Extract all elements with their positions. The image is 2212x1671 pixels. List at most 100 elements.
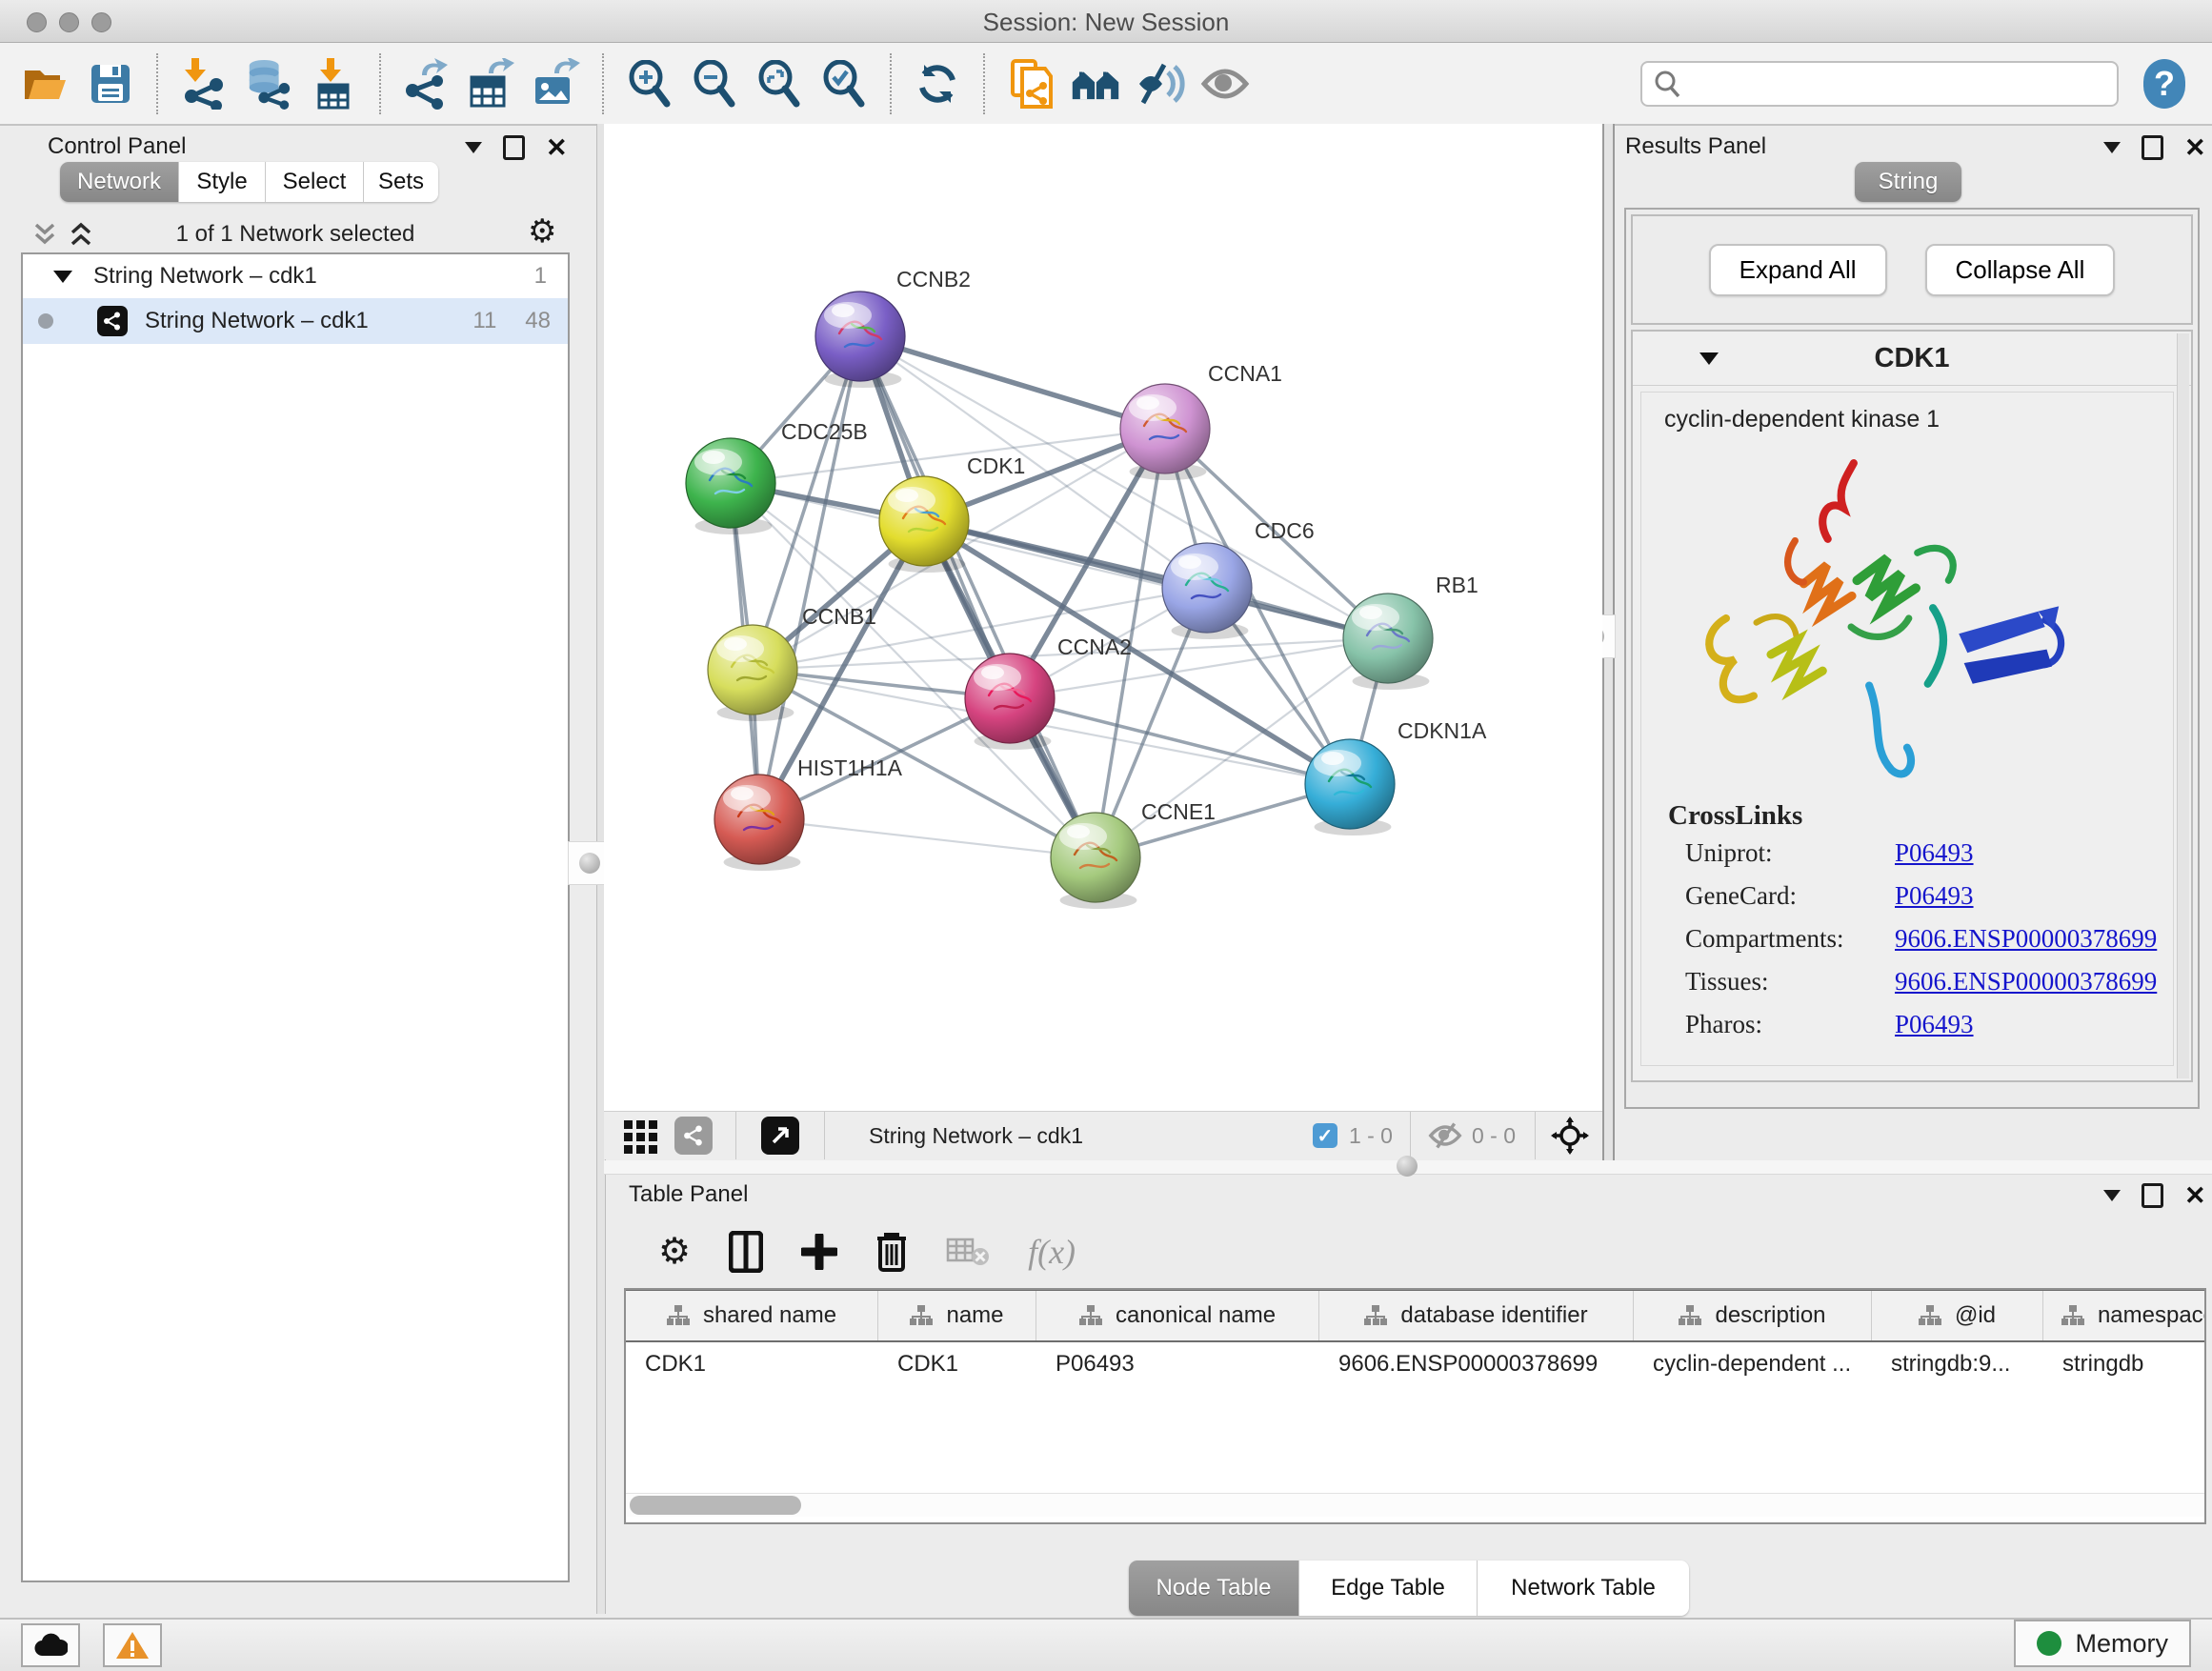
panel-menu-icon[interactable] xyxy=(465,142,482,153)
add-column-icon[interactable] xyxy=(801,1234,837,1270)
grid-view-icon[interactable] xyxy=(623,1117,659,1154)
panel-close-icon[interactable]: ✕ xyxy=(546,138,568,157)
cell-canonical-name[interactable]: P06493 xyxy=(1036,1351,1319,1378)
table-horizontal-scrollbar[interactable] xyxy=(626,1493,2204,1517)
cell-id[interactable]: stringdb:9... xyxy=(1872,1351,2043,1378)
export-image-button[interactable] xyxy=(532,57,581,111)
cell-description[interactable]: cyclin-dependent ... xyxy=(1634,1351,1872,1378)
tab-select[interactable]: Select xyxy=(266,162,364,202)
network-canvas[interactable]: CCNB2CCNA1CDC25BCDK1CDC6RB1CCNB1CCNA2CDK… xyxy=(604,124,1602,1111)
protein-node-cdk1[interactable]: CDK1 xyxy=(879,453,1025,566)
collapse-all-button[interactable]: Collapse All xyxy=(1925,244,2116,296)
tab-network-table[interactable]: Network Table xyxy=(1478,1560,1689,1616)
column-header[interactable]: canonical name xyxy=(1036,1291,1319,1340)
panel-float-icon[interactable] xyxy=(2142,135,2163,160)
zoom-fit-button[interactable] xyxy=(754,57,804,111)
import-network-database-button[interactable] xyxy=(244,57,293,111)
network-row-selected[interactable]: String Network – cdk1 11 48 xyxy=(23,298,568,344)
collection-caret-icon[interactable] xyxy=(53,271,72,283)
node-label-cdk1: CDK1 xyxy=(967,453,1025,478)
column-header[interactable]: shared name xyxy=(626,1291,878,1340)
delete-column-icon[interactable] xyxy=(875,1231,908,1273)
column-header[interactable]: namespace xyxy=(2043,1291,2206,1340)
tab-sets[interactable]: Sets xyxy=(364,162,438,202)
crosslink-link[interactable]: P06493 xyxy=(1895,1010,1974,1039)
tab-style[interactable]: Style xyxy=(179,162,266,202)
panel-menu-icon[interactable] xyxy=(2103,142,2121,153)
scrollbar-thumb[interactable] xyxy=(630,1496,801,1515)
network-type-badge[interactable] xyxy=(674,1117,713,1155)
network-collection-row[interactable]: String Network – cdk1 1 xyxy=(23,254,568,298)
protein-node-ccnb1[interactable]: CCNB1 xyxy=(708,604,876,715)
network-options-gear-icon[interactable]: ⚙ xyxy=(528,215,556,248)
memory-button[interactable]: Memory xyxy=(2014,1620,2191,1667)
protein-node-cdc25b[interactable]: CDC25B xyxy=(686,419,868,528)
table-options-gear-icon[interactable]: ⚙ xyxy=(658,1236,691,1268)
horizontal-splitter-handle[interactable] xyxy=(1386,1145,1428,1187)
panel-float-icon[interactable] xyxy=(503,135,525,160)
share-icon xyxy=(103,312,122,331)
selected-checkbox[interactable]: ✓ xyxy=(1313,1123,1337,1148)
crosslink-link[interactable]: 9606.ENSP00000378699 xyxy=(1895,924,2157,954)
show-results-button[interactable] xyxy=(1200,57,1250,111)
export-network-button[interactable] xyxy=(402,57,452,111)
node-result-header[interactable]: CDK1 xyxy=(1633,332,2191,386)
toolbar-separator xyxy=(602,53,604,114)
column-header[interactable]: description xyxy=(1634,1291,1872,1340)
import-network-file-button[interactable] xyxy=(179,57,229,111)
cell-namespace[interactable]: stringdb xyxy=(2043,1351,2206,1378)
panel-close-icon[interactable]: ✕ xyxy=(2184,138,2206,157)
open-folder-icon xyxy=(22,63,70,105)
crosslink-link[interactable]: P06493 xyxy=(1895,838,1974,868)
zoom-selected-icon xyxy=(821,60,867,108)
column-header[interactable]: database identifier xyxy=(1319,1291,1634,1340)
birdseye-view-button[interactable] xyxy=(761,1117,799,1155)
node-label-ccnb2: CCNB2 xyxy=(896,267,971,292)
tab-node-table[interactable]: Node Table xyxy=(1129,1560,1299,1616)
string-network-graph[interactable]: CCNB2CCNA1CDC25BCDK1CDC6RB1CCNB1CCNA2CDK… xyxy=(604,124,1602,1111)
panel-float-icon[interactable] xyxy=(2142,1183,2163,1208)
import-table-button[interactable] xyxy=(309,57,358,111)
cell-name[interactable]: CDK1 xyxy=(878,1351,1036,1378)
tab-network[interactable]: Network xyxy=(60,162,179,202)
hidden-eye-icon[interactable] xyxy=(1428,1121,1462,1150)
warning-status-button[interactable] xyxy=(103,1623,162,1667)
protein-node-hist1h1a[interactable]: HIST1H1A xyxy=(714,755,903,864)
protein-node-rb1[interactable]: RB1 xyxy=(1343,573,1478,683)
protein-node-cdkn1a[interactable]: CDKN1A xyxy=(1305,718,1487,829)
search-input[interactable] xyxy=(1640,61,2119,107)
string-glasses-button[interactable] xyxy=(1136,57,1185,111)
zoom-out-button[interactable] xyxy=(690,57,739,111)
string-home-button[interactable] xyxy=(1071,57,1120,111)
crosslink-link[interactable]: P06493 xyxy=(1895,881,1974,911)
entry-caret-icon[interactable] xyxy=(1699,352,1719,365)
save-session-button[interactable] xyxy=(86,57,135,111)
export-table-button[interactable] xyxy=(467,57,516,111)
open-session-button[interactable] xyxy=(21,57,70,111)
cell-shared-name[interactable]: CDK1 xyxy=(626,1351,878,1378)
zoom-fit-icon xyxy=(756,60,802,108)
protein-node-ccna1[interactable]: CCNA1 xyxy=(1120,361,1282,473)
fit-selected-crosshair-icon[interactable] xyxy=(1551,1117,1589,1155)
table-row[interactable]: CDK1 CDK1 P06493 9606.ENSP00000378699 cy… xyxy=(626,1342,2204,1386)
results-scrollbar[interactable] xyxy=(2177,333,2189,1078)
apply-layout-button[interactable] xyxy=(913,57,962,111)
zoom-out-icon xyxy=(692,60,737,108)
expand-all-button[interactable]: Expand All xyxy=(1709,244,1887,296)
tab-edge-table[interactable]: Edge Table xyxy=(1299,1560,1478,1616)
column-label: namespace xyxy=(2098,1302,2206,1329)
help-button[interactable]: ? xyxy=(2143,59,2185,109)
column-header[interactable]: @id xyxy=(1872,1291,2043,1340)
panel-close-icon[interactable]: ✕ xyxy=(2184,1186,2206,1205)
search-text-field[interactable] xyxy=(1680,70,2084,98)
column-header[interactable]: name xyxy=(878,1291,1036,1340)
show-columns-icon[interactable] xyxy=(729,1231,763,1273)
zoom-in-button[interactable] xyxy=(625,57,674,111)
tab-string[interactable]: String xyxy=(1855,162,1961,202)
zoom-selected-button[interactable] xyxy=(819,57,869,111)
cell-database-identifier[interactable]: 9606.ENSP00000378699 xyxy=(1319,1351,1634,1378)
duplicate-network-button[interactable] xyxy=(1006,57,1056,111)
crosslink-link[interactable]: 9606.ENSP00000378699 xyxy=(1895,967,2157,997)
cloud-status-button[interactable] xyxy=(21,1623,80,1667)
panel-menu-icon[interactable] xyxy=(2103,1190,2121,1201)
